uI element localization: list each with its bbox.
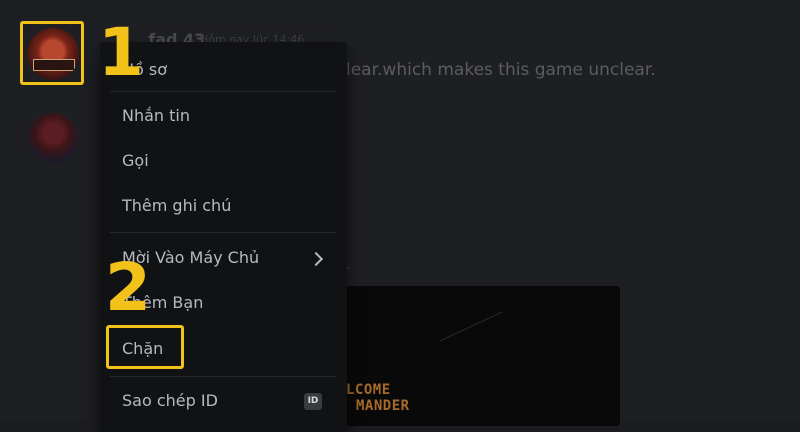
menu-item-copy-id[interactable]: Sao chép ID — [122, 390, 218, 412]
step-number-2: 2 — [105, 249, 151, 326]
embed-caption-line-1: LCOME — [346, 382, 391, 398]
chevron-right-icon — [308, 251, 324, 267]
embed-caption-line-2: MANDER — [356, 398, 410, 414]
menu-separator — [110, 91, 336, 92]
image-embed[interactable]: LCOME MANDER — [346, 286, 620, 426]
menu-item-call[interactable]: Gọi — [122, 150, 149, 172]
menu-item-message[interactable]: Nhắn tin — [122, 105, 190, 127]
embed-caption: LCOME MANDER — [346, 382, 410, 414]
id-badge-icon: ID — [304, 393, 322, 410]
embed-decoration — [439, 311, 503, 342]
highlight-box-avatar — [20, 21, 84, 85]
highlight-box-block — [106, 325, 184, 369]
menu-item-add-note[interactable]: Thêm ghi chú — [122, 195, 231, 217]
menu-separator — [110, 376, 336, 377]
second-user-avatar[interactable] — [28, 113, 78, 163]
user-context-menu: Hồ sơ Nhắn tin Gọi Thêm ghi chú Mời Vào … — [100, 42, 347, 432]
step-number-1: 1 — [98, 14, 144, 91]
message-text: lear.which makes this game unclear. — [346, 60, 656, 80]
menu-separator — [110, 232, 336, 233]
